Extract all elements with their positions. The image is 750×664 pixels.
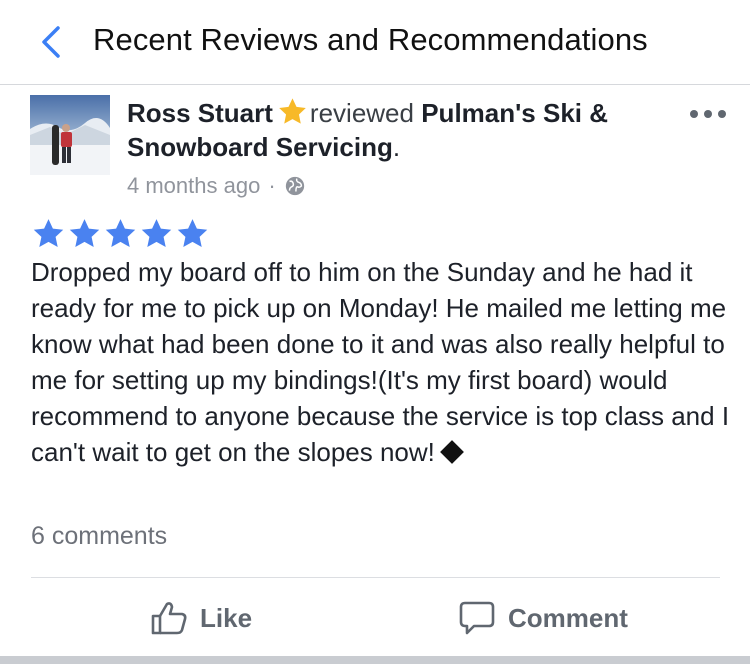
page-title: Recent Reviews and Recommendations xyxy=(93,22,648,57)
rating-star-icon xyxy=(141,219,172,248)
bottom-separator-bar xyxy=(0,656,750,664)
review-timestamp[interactable]: 4 months ago xyxy=(127,173,260,199)
more-options-icon[interactable] xyxy=(688,104,728,124)
rating-star-icon xyxy=(177,219,208,248)
chevron-left-icon[interactable] xyxy=(34,24,70,60)
meta-separator: · xyxy=(268,173,276,198)
comment-label: Comment xyxy=(508,602,628,633)
byline-period: . xyxy=(392,132,401,162)
rating-star-icon xyxy=(69,219,100,248)
rating-star-icon xyxy=(105,219,136,248)
thumbs-up-icon xyxy=(151,602,187,635)
review-byline: Ross Stuart reviewed Pulman's Ski & Snowb… xyxy=(127,96,687,164)
top-fan-star-icon xyxy=(279,98,306,124)
comment-button[interactable]: Comment xyxy=(458,598,628,638)
black-diamond-emoji-icon xyxy=(439,440,464,464)
star-rating xyxy=(31,217,210,251)
review-meta: 4 months ago · xyxy=(127,173,306,199)
reviewer-name[interactable]: Ross Stuart xyxy=(127,98,273,128)
review-text-block: Dropped my board off to him on the Sunda… xyxy=(31,254,731,470)
comments-count[interactable]: 6 comments xyxy=(31,522,167,551)
rating-star-icon xyxy=(33,219,64,248)
review-text: Dropped my board off to him on the Sunda… xyxy=(31,257,730,467)
like-label: Like xyxy=(200,602,253,633)
top-navigation-bar: Recent Reviews and Recommendations xyxy=(0,0,750,85)
comment-bubble-icon xyxy=(459,601,495,635)
reviewer-avatar[interactable] xyxy=(30,95,110,175)
like-button[interactable]: Like xyxy=(150,598,252,638)
actions-divider xyxy=(31,577,720,578)
review-verb: reviewed xyxy=(309,98,414,128)
globe-icon xyxy=(285,176,304,196)
